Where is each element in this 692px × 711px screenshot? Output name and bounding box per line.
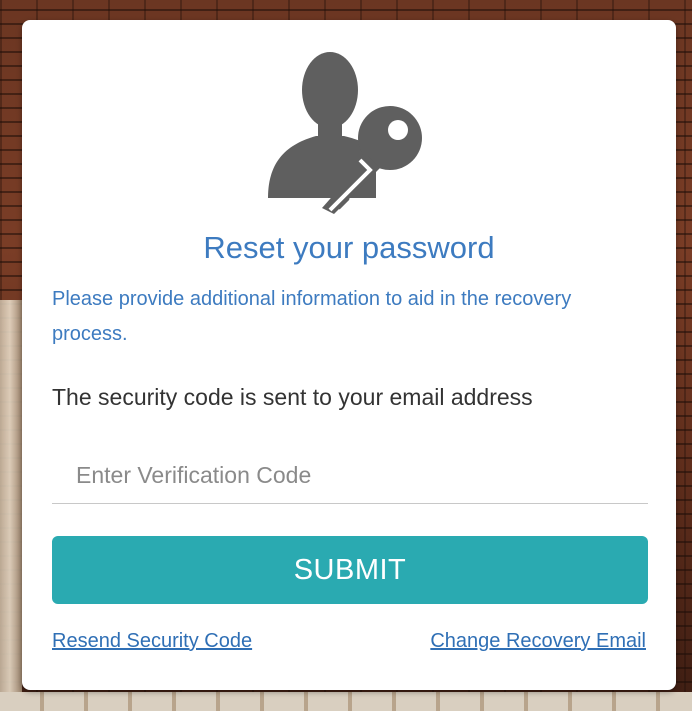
- page-title: Reset your password: [203, 230, 495, 265]
- submit-button[interactable]: SUBMIT: [52, 536, 648, 604]
- page-subtitle: Please provide additional information to…: [52, 288, 572, 345]
- user-key-icon: [260, 48, 440, 218]
- security-code-info: The security code is sent to your email …: [52, 384, 533, 410]
- verification-code-input[interactable]: [52, 452, 648, 504]
- background-pillar: [0, 300, 22, 711]
- background-floor: [0, 692, 692, 711]
- change-recovery-email-link[interactable]: Change Recovery Email: [430, 630, 646, 653]
- reset-password-card: Reset your password Please provide addit…: [22, 20, 676, 690]
- resend-security-code-link[interactable]: Resend Security Code: [52, 630, 252, 653]
